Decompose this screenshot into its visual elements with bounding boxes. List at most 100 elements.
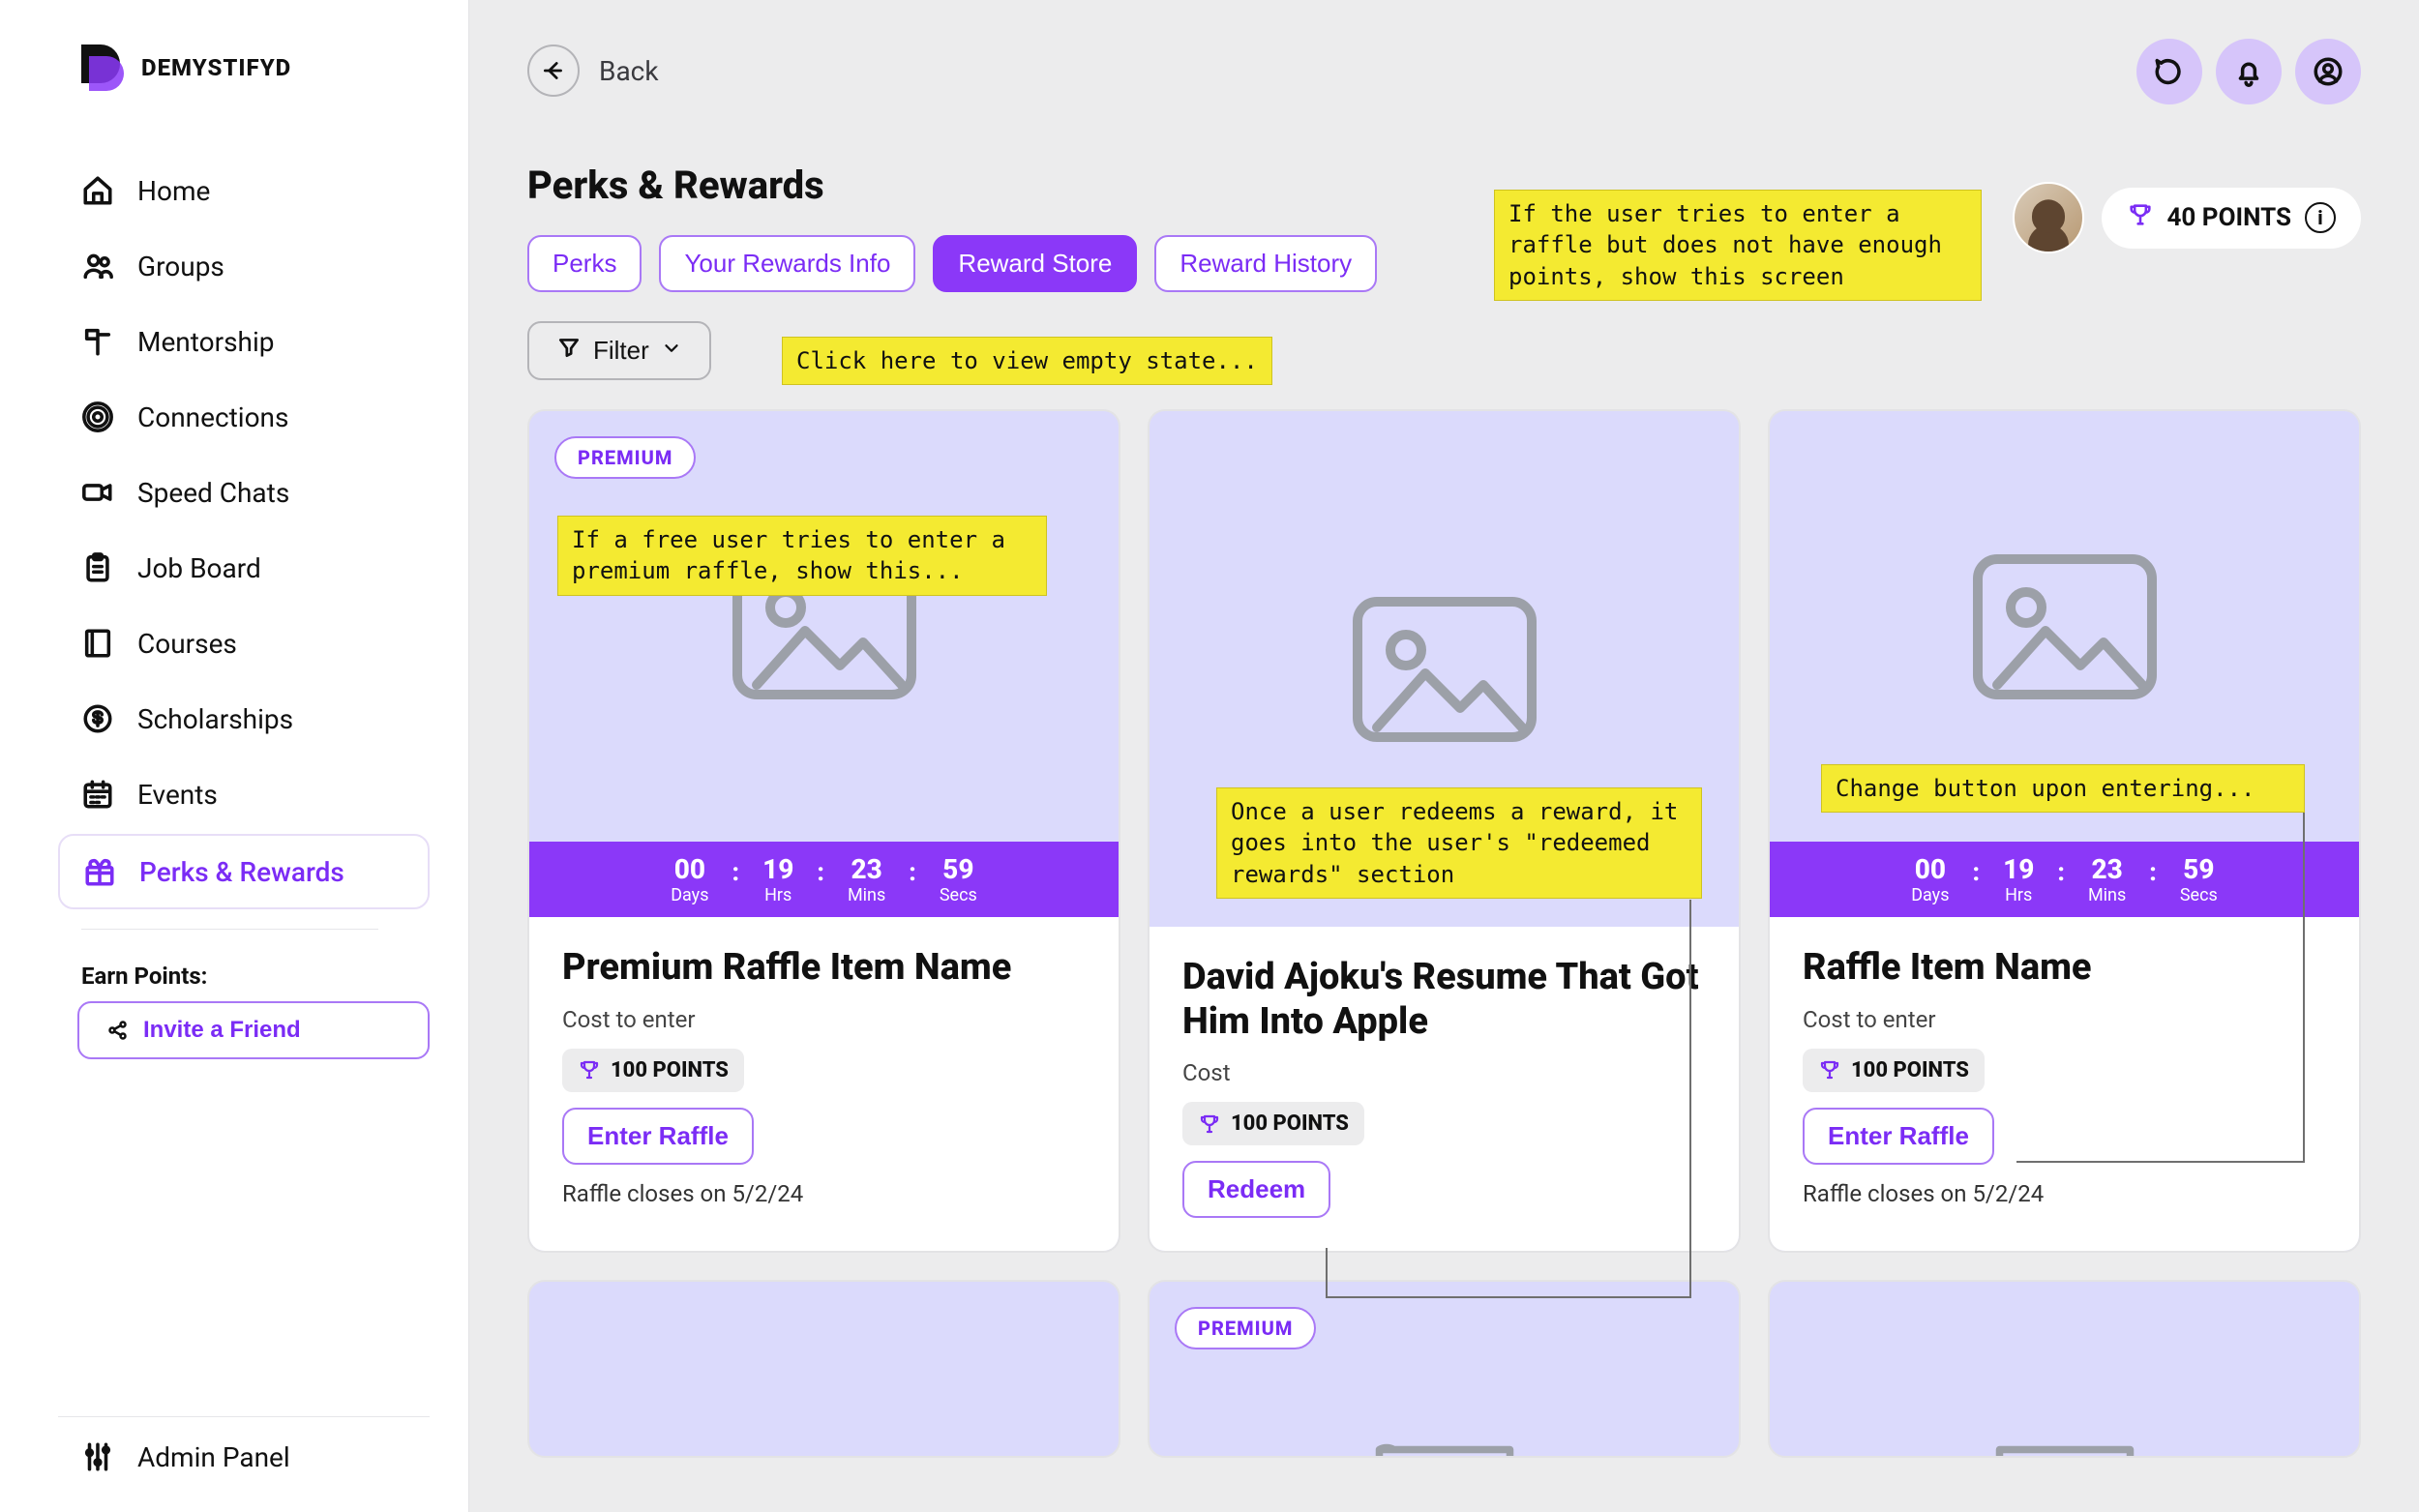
earn-points-label: Earn Points: xyxy=(81,963,430,990)
tab-perks[interactable]: Perks xyxy=(527,235,642,292)
avatar[interactable] xyxy=(2013,182,2084,253)
redeem-button[interactable]: Redeem xyxy=(1182,1161,1330,1218)
video-icon xyxy=(81,476,114,509)
groups-icon xyxy=(81,250,114,282)
reward-card xyxy=(1768,1280,2361,1458)
premium-badge: PREMIUM xyxy=(554,436,696,479)
annotation-connector xyxy=(1689,900,1691,1296)
tab-your-rewards-info[interactable]: Your Rewards Info xyxy=(659,235,915,292)
dollar-icon xyxy=(81,702,114,735)
reward-card: 00Days: 19Hrs: 23Mins: 59Secs Raffle Ite… xyxy=(1768,409,2361,1253)
sidebar-item-label: Home xyxy=(137,175,210,207)
countdown-timer: 00Days: 19Hrs: 23Mins: 59Secs xyxy=(529,842,1119,917)
enter-raffle-button[interactable]: Enter Raffle xyxy=(562,1108,754,1165)
annotation-empty-state[interactable]: Click here to view empty state... xyxy=(782,337,1272,385)
points-badge: 100 POINTS xyxy=(1182,1102,1364,1145)
sidebar-item-label: Speed Chats xyxy=(137,477,289,509)
home-icon xyxy=(81,174,114,207)
cost-label: Cost xyxy=(1182,1059,1706,1086)
tab-reward-history[interactable]: Reward History xyxy=(1154,235,1377,292)
divider xyxy=(81,929,378,930)
card-image-placeholder xyxy=(529,1282,1119,1456)
filter-label: Filter xyxy=(593,336,649,366)
reward-grid-row2: PREMIUM xyxy=(527,1280,2361,1458)
raffle-closes-text: Raffle closes on 5/2/24 xyxy=(1803,1180,2326,1207)
cd-mins: 23 xyxy=(848,853,885,885)
sidebar-item-label: Scholarships xyxy=(137,703,293,735)
sidebar-item-mentorship[interactable]: Mentorship xyxy=(58,306,430,377)
profile-button[interactable] xyxy=(2295,39,2361,104)
admin-panel-label: Admin Panel xyxy=(137,1441,290,1473)
filter-button[interactable]: Filter xyxy=(527,321,711,380)
points-badge: 100 POINTS xyxy=(562,1049,744,1092)
points-badge: 100 POINTS xyxy=(1803,1049,1985,1092)
annotation-connector xyxy=(1326,1296,1691,1298)
points-cluster: 40 POINTS i xyxy=(2013,182,2361,253)
cd-secs: 59 xyxy=(940,853,977,885)
sidebar-item-groups[interactable]: Groups xyxy=(58,230,430,302)
sidebar-nav: Home Groups Mentorship Connections Speed… xyxy=(58,155,430,909)
sidebar-item-home[interactable]: Home xyxy=(58,155,430,226)
sidebar-item-connections[interactable]: Connections xyxy=(58,381,430,453)
tab-reward-store[interactable]: Reward Store xyxy=(933,235,1137,292)
points-value: 40 POINTS xyxy=(2167,203,2291,232)
share-icon xyxy=(106,1019,130,1042)
back-link[interactable]: Back xyxy=(527,44,2361,97)
cost-label: Cost to enter xyxy=(1803,1006,2326,1033)
sidebar-item-label: Courses xyxy=(137,628,237,660)
sidebar-item-label: Connections xyxy=(137,401,288,433)
notifications-button[interactable] xyxy=(2216,39,2282,104)
card-title: Raffle Item Name xyxy=(1803,946,2326,991)
raffle-closes-text: Raffle closes on 5/2/24 xyxy=(562,1180,1086,1207)
annotation-insufficient-points: If the user tries to enter a raffle but … xyxy=(1494,190,1982,301)
arrow-left-icon xyxy=(527,44,580,97)
book-icon xyxy=(81,627,114,660)
annotation-premium-free-user: If a free user tries to enter a premium … xyxy=(557,516,1047,596)
annotation-redeemed-flow: Once a user redeems a reward, it goes in… xyxy=(1216,787,1702,899)
mentorship-icon xyxy=(81,325,114,358)
trophy-icon xyxy=(2127,201,2154,235)
sidebar: DEMYSTIFYD Home Groups Mentorship Connec… xyxy=(0,0,469,1512)
sliders-icon xyxy=(81,1440,114,1473)
premium-badge: PREMIUM xyxy=(1175,1307,1316,1349)
clipboard-icon xyxy=(81,551,114,584)
sidebar-item-job-board[interactable]: Job Board xyxy=(58,532,430,604)
gift-icon xyxy=(83,855,116,888)
chevron-down-icon xyxy=(661,336,682,366)
card-title: Premium Raffle Item Name xyxy=(562,946,1086,991)
countdown-timer: 00Days: 19Hrs: 23Mins: 59Secs xyxy=(1770,842,2359,917)
annotation-connector xyxy=(1326,1248,1328,1296)
connections-icon xyxy=(81,400,114,433)
card-title: David Ajoku's Resume That Got Him Into A… xyxy=(1182,956,1706,1044)
sidebar-item-scholarships[interactable]: Scholarships xyxy=(58,683,430,755)
sidebar-item-events[interactable]: Events xyxy=(58,758,430,830)
cd-hrs: 19 xyxy=(762,853,793,885)
back-label: Back xyxy=(599,55,659,87)
sidebar-item-label: Job Board xyxy=(137,552,261,584)
cost-label: Cost to enter xyxy=(562,1006,1086,1033)
sidebar-item-speed-chats[interactable]: Speed Chats xyxy=(58,457,430,528)
sidebar-item-label: Events xyxy=(137,779,218,811)
header-icons xyxy=(2136,39,2361,104)
calendar-icon xyxy=(81,778,114,811)
card-image-placeholder: PREMIUM xyxy=(529,411,1119,842)
reward-card xyxy=(527,1280,1120,1458)
cd-days: 00 xyxy=(671,853,708,885)
admin-panel-link[interactable]: Admin Panel xyxy=(58,1416,430,1512)
reward-card: PREMIUM xyxy=(1148,1280,1741,1458)
sidebar-item-label: Groups xyxy=(137,251,224,282)
sidebar-item-perks-rewards[interactable]: Perks & Rewards xyxy=(58,834,430,909)
invite-friend-button[interactable]: Invite a Friend xyxy=(77,1001,430,1059)
annotation-change-button: Change button upon entering... xyxy=(1821,764,2305,813)
sidebar-item-label: Mentorship xyxy=(137,326,275,358)
sidebar-item-label: Perks & Rewards xyxy=(139,856,344,888)
annotation-connector xyxy=(2303,805,2305,1161)
filter-icon xyxy=(556,335,582,367)
logo-text: DEMYSTIFYD xyxy=(141,54,291,81)
chat-button[interactable] xyxy=(2136,39,2202,104)
sidebar-item-courses[interactable]: Courses xyxy=(58,608,430,679)
info-icon[interactable]: i xyxy=(2305,202,2336,233)
enter-raffle-button[interactable]: Enter Raffle xyxy=(1803,1108,1994,1165)
card-image-placeholder: PREMIUM xyxy=(1150,1282,1739,1456)
card-image-placeholder xyxy=(1770,1282,2359,1456)
